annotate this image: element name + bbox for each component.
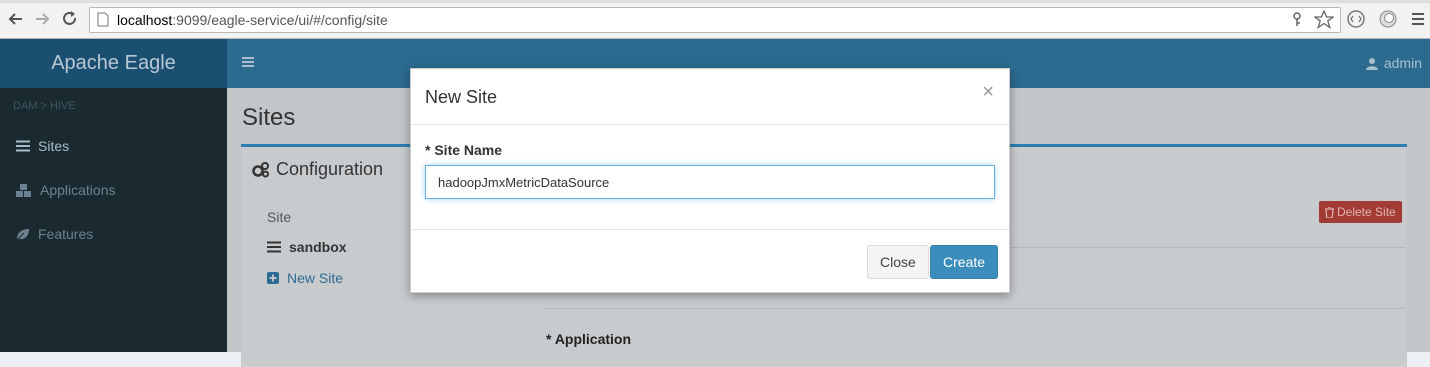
user-menu[interactable]: admin xyxy=(1365,55,1422,71)
key-icon[interactable] xyxy=(1292,12,1302,27)
leaf-icon xyxy=(16,228,30,241)
sidebar: DAM > HIVE Sites Applications Features xyxy=(0,88,227,352)
sidebar-item-features[interactable]: Features xyxy=(16,226,93,242)
box-title: Configuration xyxy=(252,159,383,180)
page-icon xyxy=(97,12,109,27)
forward-icon[interactable] xyxy=(32,9,52,29)
close-button[interactable]: Close xyxy=(867,245,929,279)
sidebar-item-sites[interactable]: Sites xyxy=(16,138,69,154)
logo-bar: Apache Eagle xyxy=(0,39,227,88)
page-title: Sites xyxy=(242,104,296,131)
divider xyxy=(545,308,1405,309)
user-name: admin xyxy=(1383,55,1422,71)
trash-icon xyxy=(1325,206,1334,218)
sidebar-item-label: Features xyxy=(38,226,94,242)
url-text[interactable]: localhost:9099/eagle-service/ui/#/config… xyxy=(117,12,388,28)
create-button[interactable]: Create xyxy=(930,245,999,279)
sidebar-item-applications[interactable]: Applications xyxy=(16,182,116,198)
back-icon[interactable] xyxy=(6,9,26,29)
modal-title: New Site xyxy=(425,87,498,107)
logo[interactable]: Apache Eagle xyxy=(0,52,227,75)
sidebar-breadcrumb: DAM > HIVE xyxy=(13,100,76,112)
delete-site-button[interactable]: Delete Site xyxy=(1319,201,1402,223)
sidebar-item-label: Applications xyxy=(40,182,116,198)
list-icon xyxy=(267,241,281,253)
site-name: sandbox xyxy=(289,239,347,255)
site-name-input[interactable] xyxy=(425,165,995,199)
menu-icon[interactable] xyxy=(1410,9,1426,29)
modal-header: New Site × xyxy=(411,69,1009,125)
cogs-icon xyxy=(252,161,270,178)
plus-square-icon xyxy=(267,272,279,284)
new-site-link[interactable]: New Site xyxy=(267,270,343,286)
cubes-icon xyxy=(16,183,32,197)
browser-chrome: localhost:9099/eagle-service/ui/#/config… xyxy=(0,0,1430,39)
new-site-modal: New Site × * Site Name Close Create xyxy=(410,68,1010,293)
list-icon xyxy=(16,140,30,152)
hamburger-icon[interactable] xyxy=(241,55,255,69)
address-bar[interactable]: localhost:9099/eagle-service/ui/#/config… xyxy=(89,7,1341,33)
extension-icon[interactable] xyxy=(1346,9,1366,29)
reload-icon[interactable] xyxy=(60,9,80,29)
site-name-label: * Site Name xyxy=(425,142,503,158)
modal-footer-divider xyxy=(411,229,1009,230)
sidebar-item-label: Sites xyxy=(38,138,70,154)
user-icon xyxy=(1365,57,1378,70)
site-item-sandbox[interactable]: sandbox xyxy=(267,239,347,255)
profile-icon[interactable] xyxy=(1378,9,1398,29)
site-column-header: Site xyxy=(267,209,292,225)
application-label: * Application xyxy=(546,331,632,347)
bookmark-star-icon[interactable] xyxy=(1314,10,1334,29)
tab-strip xyxy=(0,0,1430,3)
close-icon[interactable]: × xyxy=(982,81,994,104)
